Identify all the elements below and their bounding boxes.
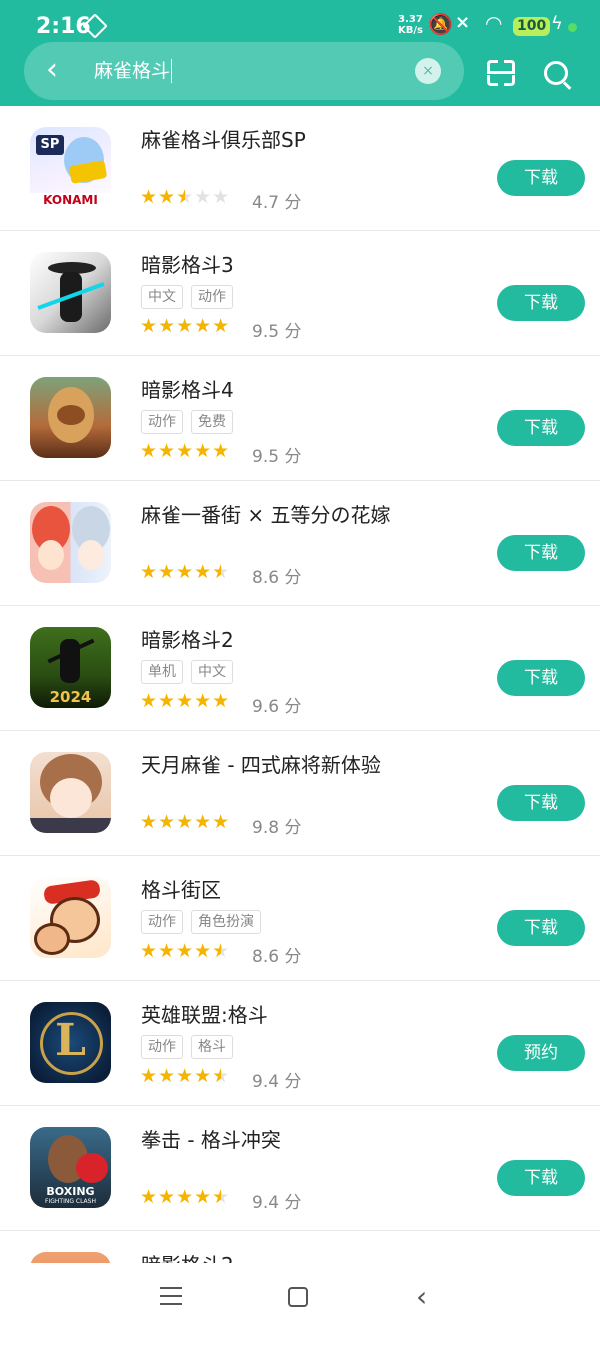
download-button[interactable]: 下载 (497, 785, 585, 821)
star-rating: ★★★★★ (140, 811, 231, 833)
tag-list: 动作 免费 (141, 410, 241, 434)
shadow-fight-3-icon[interactable] (30, 252, 111, 333)
app-score: 8.6 分 (252, 947, 302, 967)
app-name[interactable]: 暗影格斗3 (141, 251, 234, 279)
tag-list: 动作 角色扮演 (141, 910, 269, 934)
app-tag: 动作 (141, 910, 183, 934)
download-button[interactable]: 下载 (497, 1160, 585, 1196)
app-score: 4.7 分 (252, 193, 302, 213)
download-button[interactable]: 下载 (497, 910, 585, 946)
no-signal-icon: ⨯ (455, 12, 471, 33)
app-tag: 单机 (141, 660, 183, 684)
app-name[interactable]: 暗影格斗2 (141, 626, 234, 654)
star-rating: ★★★★★ (140, 1065, 231, 1087)
app-row[interactable]: 麻雀一番街 × 五等分の花嫁 ★★★★★ 8.6 分 下载 (0, 481, 600, 606)
battery-indicator: 100 (513, 17, 551, 36)
download-button[interactable]: 下载 (497, 410, 585, 446)
star-rating: ★★★★★ (140, 561, 231, 583)
reserve-button[interactable]: 预约 (497, 1035, 585, 1071)
app-score: 9.5 分 (252, 322, 302, 342)
download-button[interactable]: 下载 (497, 160, 585, 196)
app-name[interactable]: 英雄联盟:格斗 (141, 1001, 268, 1029)
app-name[interactable]: 暗影格斗4 (141, 376, 234, 404)
wifi-icon: ◠ (485, 11, 503, 35)
app-row[interactable]: SP KONAMI 麻雀格斗俱乐部SP ★★★★★ 4.7 分 下载 (0, 106, 600, 231)
app-tag: 动作 (191, 285, 233, 309)
app-score: 9.8 分 (252, 818, 302, 838)
app-score: 9.6 分 (252, 697, 302, 717)
app-name[interactable]: 拳击 - 格斗冲突 (141, 1126, 281, 1154)
search-icon[interactable] (544, 61, 568, 85)
app-name[interactable]: 麻雀一番街 × 五等分の花嫁 (141, 501, 390, 529)
system-navigation-bar: ‹ (0, 1263, 600, 1333)
back-icon[interactable]: ‹ (416, 1280, 427, 1313)
tag-list: 中文 动作 (141, 285, 241, 309)
app-row[interactable]: 2024 暗影格斗2 单机 中文 ★★★★★ 9.6 分 下载 (0, 606, 600, 731)
app-row[interactable]: 格斗街区 动作 角色扮演 ★★★★★ 8.6 分 下载 (0, 856, 600, 981)
app-tag: 角色扮演 (191, 910, 261, 934)
download-button[interactable]: 下载 (497, 660, 585, 696)
star-rating: ★★★★★ (140, 940, 231, 962)
status-dot (568, 23, 577, 32)
app-score: 8.6 分 (252, 568, 302, 588)
tag-list: 单机 中文 (141, 660, 241, 684)
header-bar: 2:16 3.37 KB/s 🔕 ⨯ ◠ 100 ϟ ‹ 麻雀格斗 × (0, 0, 600, 106)
search-input[interactable]: 麻雀格斗 (94, 59, 173, 83)
app-row[interactable]: BOXING FIGHTING CLASH 拳击 - 格斗冲突 ★★★★★ 9.… (0, 1106, 600, 1231)
recent-apps-icon[interactable] (160, 1287, 182, 1311)
star-rating: ★★★★★ (140, 186, 231, 208)
scan-icon[interactable] (487, 60, 515, 86)
league-of-legends-icon[interactable]: L (30, 1002, 111, 1083)
app-name[interactable]: 天月麻雀 - 四式麻将新体验 (141, 751, 381, 779)
mahjong-fight-club-icon[interactable]: SP KONAMI (30, 127, 111, 208)
app-tag: 中文 (141, 285, 183, 309)
tenmoon-mahjong-icon[interactable] (30, 752, 111, 833)
app-tag: 动作 (141, 410, 183, 434)
mute-bell-icon: 🔕 (428, 12, 453, 36)
tag-list: 动作 格斗 (141, 1035, 241, 1059)
app-row[interactable]: 暗影格斗3 中文 动作 ★★★★★ 9.5 分 下载 (0, 231, 600, 356)
app-tag: 中文 (191, 660, 233, 684)
star-rating: ★★★★★ (140, 690, 231, 712)
app-name[interactable]: 格斗街区 (141, 876, 221, 904)
mahjong-ichiban-icon[interactable] (30, 502, 111, 583)
app-row[interactable]: L 英雄联盟:格斗 动作 格斗 ★★★★★ 9.4 分 预约 (0, 981, 600, 1106)
shadow-fight-2-icon[interactable]: 2024 (30, 627, 111, 708)
star-rating: ★★★★★ (140, 1186, 231, 1208)
app-name[interactable]: 麻雀格斗俱乐部SP (141, 126, 306, 154)
app-score: 9.4 分 (252, 1072, 302, 1092)
search-box[interactable]: ‹ 麻雀格斗 × (24, 42, 464, 100)
star-rating: ★★★★★ (140, 440, 231, 462)
back-arrow-icon[interactable]: ‹ (46, 52, 58, 88)
app-score: 9.4 分 (252, 1193, 302, 1213)
app-row[interactable]: 天月麻雀 - 四式麻将新体验 ★★★★★ 9.8 分 下载 (0, 731, 600, 856)
boxing-fighting-clash-icon[interactable]: BOXING FIGHTING CLASH (30, 1127, 111, 1208)
download-button[interactable]: 下载 (497, 285, 585, 321)
shadow-fight-4-icon[interactable] (30, 377, 111, 458)
fight-street-icon[interactable] (30, 877, 111, 958)
app-tag: 格斗 (191, 1035, 233, 1059)
network-speed: 3.37 KB/s (398, 14, 423, 36)
app-score: 9.5 分 (252, 447, 302, 467)
clear-icon[interactable]: × (415, 58, 441, 84)
download-button[interactable]: 下载 (497, 535, 585, 571)
charging-icon: ϟ (551, 13, 563, 34)
app-tag: 动作 (141, 1035, 183, 1059)
app-row[interactable]: 暗影格斗4 动作 免费 ★★★★★ 9.5 分 下载 (0, 356, 600, 481)
status-bar: 2:16 3.37 KB/s 🔕 ⨯ ◠ 100 ϟ (0, 0, 600, 46)
app-tag: 免费 (191, 410, 233, 434)
star-rating: ★★★★★ (140, 315, 231, 337)
home-icon[interactable] (288, 1287, 308, 1307)
app-list: SP KONAMI 麻雀格斗俱乐部SP ★★★★★ 4.7 分 下载 暗影格斗3… (0, 106, 600, 1355)
